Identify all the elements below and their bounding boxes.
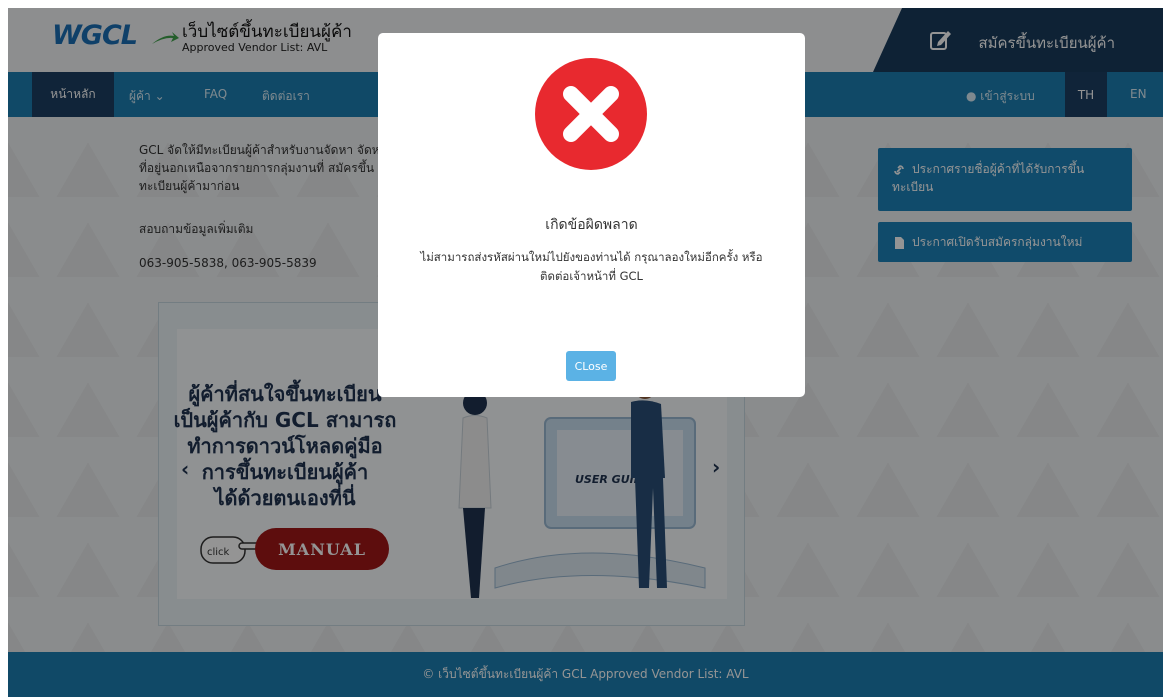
error-dialog: เกิดข้อผิดพลาด ไม่สามารถส่งรหัสผ่านใหม่ไ… [378, 33, 805, 397]
error-x-icon [535, 58, 647, 170]
close-button[interactable]: CLose [566, 351, 616, 381]
dialog-message-line: ติดต่อเจ้าหน้าที่ GCL [540, 269, 643, 283]
dialog-message-line: ไม่สามารถส่งรหัสผ่านใหม่ไปยังของท่านได้ … [420, 250, 763, 264]
dialog-title: เกิดข้อผิดพลาด [545, 217, 638, 233]
page-frame: WGCL เว็บไซต์ขึ้นทะเบียนผู้ค้า Approved … [8, 8, 1163, 697]
dialog-message: ไม่สามารถส่งรหัสผ่านใหม่ไปยังของท่านได้ … [398, 248, 785, 286]
